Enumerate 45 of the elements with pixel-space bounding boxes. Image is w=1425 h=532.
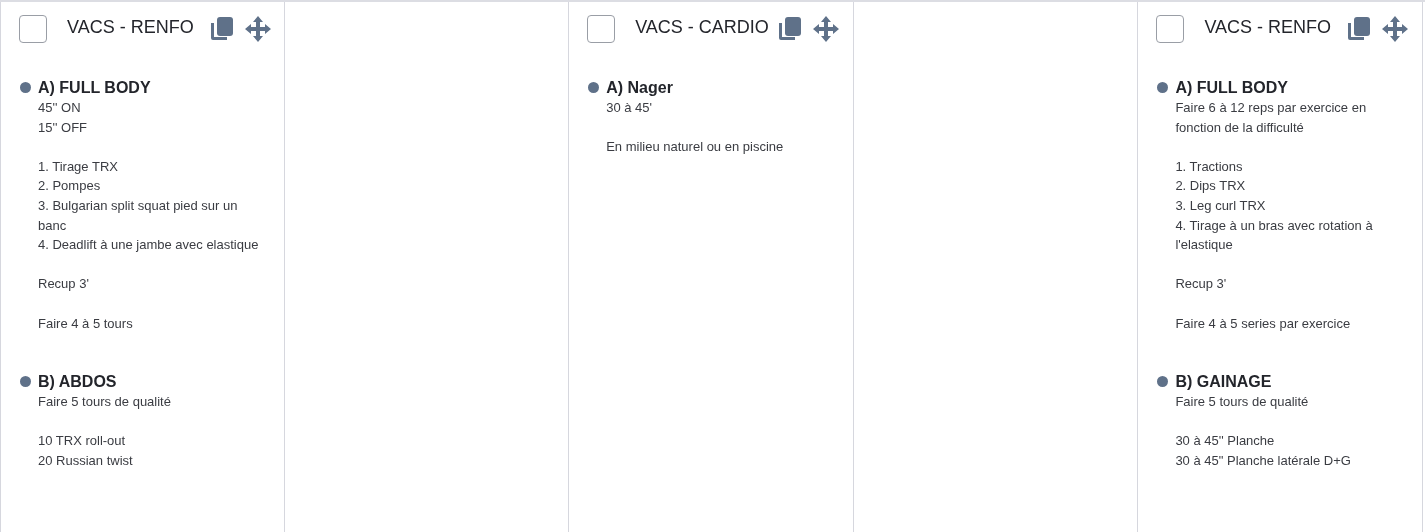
card-title: VACS - RENFO bbox=[67, 16, 195, 39]
move-icon[interactable] bbox=[245, 16, 271, 42]
exercise-text: 2. Pompes bbox=[38, 177, 102, 196]
exercise-text: En milieu naturel ou en piscine bbox=[606, 138, 785, 157]
section-title: A) FULL BODY bbox=[1175, 78, 1289, 98]
exercise-text: 45'' ON bbox=[38, 99, 82, 117]
exercise-text: 4. Deadlift à une jambe avec elastique bbox=[38, 236, 260, 255]
exercise-text: Recup 3' bbox=[1175, 275, 1228, 294]
bullet-icon bbox=[20, 376, 31, 388]
bullet-icon bbox=[588, 82, 600, 93]
exercise-text: Faire 4 à 5 tours bbox=[38, 314, 134, 333]
section-title: B) ABDOS bbox=[38, 372, 118, 393]
checkbox[interactable] bbox=[19, 15, 47, 43]
move-icon[interactable] bbox=[1382, 16, 1409, 42]
exercise-text: 30 à 45'' Planche bbox=[1175, 432, 1276, 451]
exercise-text: 1. Tractions bbox=[1175, 157, 1244, 176]
copy-icon[interactable] bbox=[209, 16, 235, 42]
exercise-text: Faire 6 à 12 reps par exercice en fonction de la difficulté bbox=[1175, 99, 1368, 137]
exercise-text: 3. Leg curl TRX bbox=[1175, 196, 1267, 215]
bullet-icon bbox=[1157, 376, 1169, 388]
exercise-text: 20 Russian twist bbox=[38, 451, 134, 470]
exercise-text: 30 à 45" Planche latérale D+G bbox=[1175, 451, 1352, 470]
copy-icon[interactable] bbox=[777, 16, 804, 42]
card-title: VACS - RENFO bbox=[1204, 16, 1333, 39]
exercise-text: 1. Tirage TRX bbox=[38, 157, 119, 176]
checkbox[interactable] bbox=[1156, 15, 1185, 43]
section-title: A) FULL BODY bbox=[38, 78, 152, 98]
exercise-text: 3. Bulgarian split squat pied sur un banc bbox=[38, 196, 239, 235]
exercise-text: 10 TRX roll-out bbox=[38, 432, 127, 451]
checkbox[interactable] bbox=[587, 15, 616, 43]
exercise-text: 2. Dips TRX bbox=[1175, 177, 1247, 196]
exercise-text: Recup 3' bbox=[38, 275, 90, 294]
exercise-text: Faire 5 tours de qualité bbox=[38, 393, 172, 412]
exercise-text: 30 à 45' bbox=[606, 99, 654, 117]
section-title: B) GAINAGE bbox=[1175, 372, 1273, 393]
bullet-icon bbox=[20, 82, 31, 93]
exercise-text: Faire 5 tours de qualité bbox=[1175, 393, 1310, 412]
exercise-text: Faire 4 à 5 series par exercice bbox=[1175, 314, 1352, 333]
exercise-text: 15'' OFF bbox=[38, 118, 89, 137]
move-icon[interactable] bbox=[813, 16, 840, 42]
copy-icon[interactable] bbox=[1346, 16, 1373, 42]
bullet-icon bbox=[1157, 82, 1169, 93]
exercise-text: 4. Tirage à un bras avec rotation à l'elastique bbox=[1175, 216, 1374, 255]
card-title: VACS - CARDIO bbox=[635, 16, 770, 39]
section-title: A) Nager bbox=[606, 78, 674, 98]
